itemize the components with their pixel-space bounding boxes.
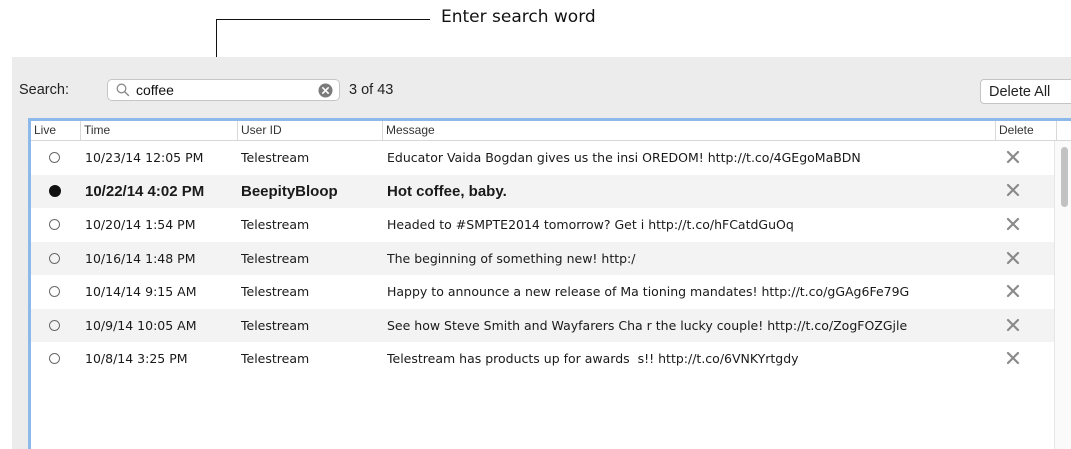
live-cell bbox=[49, 175, 69, 208]
vertical-scrollbar[interactable] bbox=[1054, 141, 1071, 449]
message-cell: Telestream has products up for awards s!… bbox=[387, 351, 799, 366]
delete-row-icon[interactable] bbox=[1006, 351, 1020, 365]
live-indicator-on-icon[interactable] bbox=[49, 184, 61, 197]
callout-label: Enter search word bbox=[441, 7, 596, 27]
time-cell: 10/14/14 9:15 AM bbox=[85, 284, 197, 299]
delete-cell bbox=[1006, 175, 1036, 208]
user-id-cell: Telestream bbox=[241, 250, 310, 266]
table-row[interactable]: 10/9/14 10:05 AM Telestream See how Steve … bbox=[31, 308, 1054, 342]
live-indicator-off-icon[interactable] bbox=[49, 252, 60, 264]
column-header-message[interactable]: Message bbox=[383, 121, 996, 140]
table-row[interactable]: 10/14/14 9:15 AM Telestream Happy to annou… bbox=[31, 275, 1054, 308]
search-field[interactable] bbox=[107, 79, 340, 101]
search-result-count: 3 of 43 bbox=[349, 82, 394, 98]
time-cell: 10/8/14 3:25 PM bbox=[85, 351, 188, 366]
table-header: Live Time User ID Message Delete bbox=[31, 121, 1071, 141]
message-cell: Headed to #SMPTE2014 tomorrow? Get i htt… bbox=[387, 217, 794, 232]
column-header-live[interactable]: Live bbox=[31, 121, 81, 140]
delete-row-icon[interactable] bbox=[1006, 251, 1020, 265]
delete-row-icon[interactable] bbox=[1006, 183, 1020, 197]
table-row[interactable]: 10/8/14 3:25 PM Telestream Telestream has … bbox=[31, 342, 1054, 375]
delete-cell bbox=[1006, 275, 1036, 308]
live-cell bbox=[49, 275, 69, 308]
user-id-cell: Telestream bbox=[241, 317, 310, 333]
user-id-cell: Telestream bbox=[241, 284, 310, 299]
message-cell: The beginning of something new! http:/ bbox=[387, 250, 636, 266]
search-panel: Search: 3 of 43 Delete All Live Time Use… bbox=[12, 57, 1071, 449]
live-cell bbox=[49, 208, 69, 241]
column-header-time[interactable]: Time bbox=[81, 121, 238, 140]
time-cell: 10/22/14 4:02 PM bbox=[85, 182, 205, 200]
table-row[interactable]: 10/16/14 1:48 PM Telestream The beginning … bbox=[31, 241, 1054, 275]
live-indicator-off-icon[interactable] bbox=[49, 353, 60, 364]
scrollbar-thumb[interactable] bbox=[1061, 147, 1068, 207]
delete-row-icon[interactable] bbox=[1006, 150, 1020, 164]
delete-cell bbox=[1006, 208, 1036, 241]
delete-row-icon[interactable] bbox=[1006, 318, 1020, 332]
delete-row-icon[interactable] bbox=[1006, 217, 1020, 231]
user-id-cell: Telestream bbox=[241, 217, 310, 232]
column-header-user-id[interactable]: User ID bbox=[238, 121, 383, 140]
search-label: Search: bbox=[19, 82, 69, 98]
delete-cell bbox=[1006, 141, 1036, 174]
user-id-cell: Telestream bbox=[241, 351, 310, 366]
delete-cell bbox=[1006, 309, 1036, 342]
message-cell: Educator Vaida Bogdan gives us the insi … bbox=[387, 150, 861, 165]
delete-all-button[interactable]: Delete All bbox=[980, 79, 1071, 104]
message-cell: See how Steve Smith and Wayfarers Cha r … bbox=[387, 317, 908, 333]
table-row[interactable]: 10/20/14 1:54 PM Telestream Headed to #SMP… bbox=[31, 208, 1054, 241]
delete-row-icon[interactable] bbox=[1006, 284, 1020, 298]
search-icon bbox=[116, 83, 130, 97]
column-header-delete[interactable]: Delete bbox=[996, 121, 1057, 140]
time-cell: 10/9/14 10:05 AM bbox=[85, 317, 197, 333]
time-cell: 10/16/14 1:48 PM bbox=[85, 250, 196, 266]
live-cell bbox=[49, 309, 69, 342]
table-row[interactable]: 10/23/14 12:05 PM Telestream Educator Vaid… bbox=[31, 141, 1054, 174]
live-indicator-off-icon[interactable] bbox=[49, 286, 60, 297]
search-input[interactable] bbox=[136, 81, 306, 99]
live-cell bbox=[49, 242, 69, 275]
live-indicator-off-icon[interactable] bbox=[49, 152, 60, 163]
time-cell: 10/23/14 12:05 PM bbox=[85, 150, 204, 165]
table-row[interactable]: 10/22/14 4:02 PM BeepityBloop Hot coffee, … bbox=[31, 174, 1054, 208]
user-id-cell: Telestream bbox=[241, 150, 310, 165]
delete-cell bbox=[1006, 342, 1036, 375]
delete-cell bbox=[1006, 242, 1036, 275]
callout-line-horizontal bbox=[216, 19, 430, 20]
message-table: Live Time User ID Message Delete 10/23/1… bbox=[28, 118, 1071, 449]
message-cell: Happy to announce a new release of Ma ti… bbox=[387, 284, 910, 299]
live-indicator-off-icon[interactable] bbox=[49, 219, 60, 230]
clear-search-icon[interactable] bbox=[318, 83, 333, 98]
live-indicator-off-icon[interactable] bbox=[49, 319, 60, 331]
time-cell: 10/20/14 1:54 PM bbox=[85, 217, 196, 232]
message-cell: Hot coffee, baby. bbox=[387, 182, 507, 200]
user-id-cell: BeepityBloop bbox=[241, 182, 338, 200]
live-cell bbox=[49, 141, 69, 174]
live-cell bbox=[49, 342, 69, 375]
